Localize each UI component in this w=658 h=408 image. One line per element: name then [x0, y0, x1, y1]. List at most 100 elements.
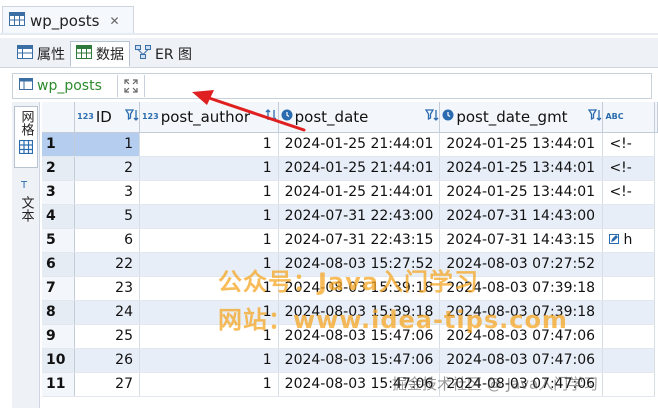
id-cell[interactable]: 23: [74, 276, 140, 301]
id-cell[interactable]: 2: [74, 156, 140, 181]
table-row[interactable]: 2 2 1 2024-01-25 21:44:01 2024-01-25 13:44:0…: [42, 156, 658, 181]
post-content-cell[interactable]: [602, 324, 655, 349]
filter-input[interactable]: [145, 75, 651, 97]
post-author-cell[interactable]: 1: [139, 132, 279, 157]
sort-filter-icon[interactable]: [425, 108, 439, 126]
post-content-cell[interactable]: [602, 300, 655, 325]
post-date-cell[interactable]: 2024-07-31 22:43:00: [278, 204, 441, 229]
table-row[interactable]: 5 6 1 2024-07-31 22:43:15 2024-07-31 14:43:1…: [42, 228, 658, 253]
post-date-gmt-cell-value: 2024-01-25 13:44:01: [446, 184, 596, 200]
document-tab[interactable]: wp_posts ✕: [2, 6, 134, 34]
row-number-cell[interactable]: 3: [42, 180, 76, 205]
column-header-post-author[interactable]: 123 post_author: [139, 102, 279, 133]
post-content-cell-value: h: [623, 232, 633, 248]
filter-entity-name: wp_posts: [37, 78, 102, 94]
tab-text[interactable]: T 文本: [14, 178, 38, 234]
title-bar: wp_posts ✕: [0, 0, 658, 36]
clock-icon: [281, 109, 293, 125]
post-content-cell[interactable]: <!-: [602, 132, 655, 157]
watermark-text: 掘金技术社区 @ Java入门学习: [392, 375, 599, 393]
post-date-cell[interactable]: 2024-01-25 21:44:01: [278, 180, 441, 205]
post-author-cell[interactable]: 1: [139, 228, 279, 253]
post-date-gmt-cell[interactable]: 2024-01-25 13:44:01: [439, 156, 604, 181]
post-author-cell[interactable]: 1: [139, 180, 279, 205]
tab-er-diagram[interactable]: ER 图: [130, 41, 197, 67]
expand-icon[interactable]: [118, 75, 144, 97]
sort-filter-icon[interactable]: [588, 108, 602, 126]
row-number-cell[interactable]: 10: [42, 348, 76, 373]
post-content-cell[interactable]: [602, 204, 655, 229]
post-author-cell-value: 1: [262, 376, 272, 392]
id-cell[interactable]: 5: [74, 204, 140, 229]
table-row[interactable]: 4 5 1 2024-07-31 22:43:00 2024-07-31 14:43:0…: [42, 204, 658, 229]
post-content-cell[interactable]: [602, 348, 655, 373]
row-number-cell[interactable]: 8: [42, 300, 76, 325]
id-cell-value: 6: [124, 232, 133, 248]
id-cell[interactable]: 1: [74, 132, 140, 157]
post-date-gmt-cell[interactable]: 2024-08-03 07:47:06: [439, 348, 604, 373]
row-number-cell-value: 9: [46, 328, 56, 344]
row-number-cell[interactable]: 5: [42, 228, 76, 253]
post-date-gmt-cell[interactable]: 2024-01-25 13:44:01: [439, 180, 604, 205]
id-cell-value: 5: [124, 208, 133, 224]
post-content-cell[interactable]: <!-: [602, 180, 655, 205]
post-date-gmt-cell[interactable]: 2024-01-25 13:44:01: [439, 132, 604, 157]
post-author-cell[interactable]: 1: [139, 348, 279, 373]
id-cell[interactable]: 24: [74, 300, 140, 325]
column-header-label: post_date: [294, 107, 369, 126]
table-row[interactable]: 10 26 1 2024-08-03 15:47:06 2024-08-03 07:47…: [42, 348, 658, 373]
column-header-post-date[interactable]: post_date: [278, 102, 441, 133]
id-cell[interactable]: 6: [74, 228, 140, 253]
post-content-cell[interactable]: [602, 252, 655, 277]
post-author-cell[interactable]: 1: [139, 156, 279, 181]
sort-filter-icon[interactable]: [124, 108, 139, 126]
post-date-cell[interactable]: 2024-01-25 21:44:01: [278, 156, 441, 181]
table-row[interactable]: 3 3 1 2024-01-25 21:44:01 2024-01-25 13:44:0…: [42, 180, 658, 205]
id-cell-value: 24: [115, 304, 133, 320]
id-cell-value: 26: [115, 352, 133, 368]
post-date-cell[interactable]: 2024-07-31 22:43:15: [278, 228, 441, 253]
id-cell[interactable]: 3: [74, 180, 140, 205]
numeric-type-icon: 123: [141, 112, 159, 122]
close-icon[interactable]: ✕: [110, 14, 120, 28]
tab-data[interactable]: 数据: [70, 41, 130, 67]
post-date-cell[interactable]: 2024-01-25 21:44:01: [278, 132, 441, 157]
post-author-cell[interactable]: 1: [139, 372, 279, 397]
row-number-cell[interactable]: 2: [42, 156, 76, 181]
post-content-cell-value: <!-: [609, 160, 632, 176]
column-header-post-content[interactable]: ABC: [602, 102, 655, 133]
column-header-id[interactable]: 123 ID: [74, 102, 140, 133]
grid-icon: [18, 139, 34, 158]
post-content-cell[interactable]: [602, 372, 655, 397]
post-date-cell[interactable]: 2024-08-03 15:47:06: [278, 348, 441, 373]
row-number-cell[interactable]: 6: [42, 252, 76, 277]
table-icon: [9, 11, 25, 30]
row-number-cell[interactable]: 4: [42, 204, 76, 229]
post-content-cell[interactable]: h: [602, 228, 655, 253]
row-number-cell[interactable]: 7: [42, 276, 76, 301]
post-author-cell[interactable]: 1: [139, 204, 279, 229]
tab-er-diagram-label: ER 图: [155, 47, 193, 63]
post-date-gmt-cell[interactable]: 2024-07-31 14:43:15: [439, 228, 604, 253]
post-content-cell[interactable]: <!-: [602, 156, 655, 181]
sort-icon[interactable]: [264, 108, 278, 126]
table-row[interactable]: 1 1 1 2024-01-25 21:44:01 2024-01-25 13:44:0…: [42, 132, 658, 157]
id-cell[interactable]: 22: [74, 252, 140, 277]
id-cell[interactable]: 26: [74, 348, 140, 373]
filter-entity[interactable]: wp_posts: [13, 78, 117, 94]
column-header-post-date-gmt[interactable]: post_date_gmt: [439, 102, 604, 133]
row-number-cell[interactable]: 9: [42, 324, 76, 349]
post-date-gmt-cell-value: 2024-01-25 13:44:01: [446, 160, 596, 176]
numeric-type-icon: 123: [77, 112, 94, 122]
row-number-cell-value: 1: [46, 136, 56, 152]
row-number-cell[interactable]: 1: [42, 132, 76, 157]
id-cell[interactable]: 25: [74, 324, 140, 349]
id-cell[interactable]: 27: [74, 372, 140, 397]
tab-properties[interactable]: 属性: [12, 41, 70, 67]
post-date-gmt-cell[interactable]: 2024-07-31 14:43:00: [439, 204, 604, 229]
row-number-cell-value: 5: [46, 232, 56, 248]
post-content-cell[interactable]: [602, 276, 655, 301]
row-number-cell[interactable]: 11: [42, 372, 76, 397]
tab-grid[interactable]: 网格: [14, 106, 38, 168]
data-icon: [76, 45, 92, 63]
